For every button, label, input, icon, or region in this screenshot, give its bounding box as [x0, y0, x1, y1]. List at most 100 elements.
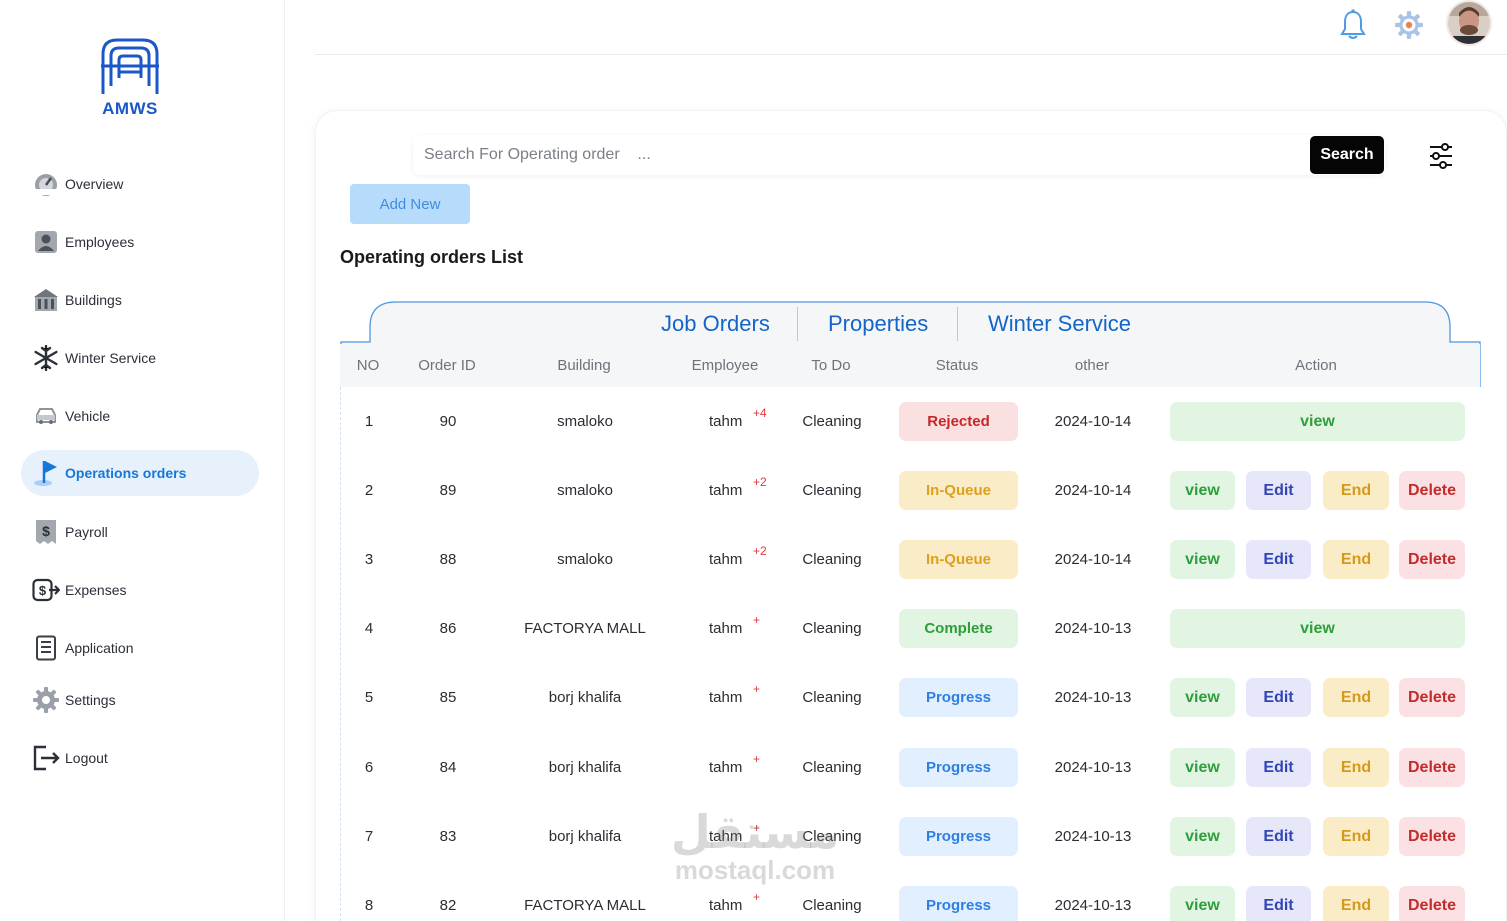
- view-button[interactable]: view: [1170, 748, 1235, 787]
- edit-button[interactable]: Edit: [1246, 678, 1311, 717]
- avatar[interactable]: [1448, 2, 1490, 44]
- order-id: 89: [439, 482, 457, 499]
- form-icon: [32, 634, 60, 662]
- bell-icon[interactable]: [1335, 7, 1371, 43]
- order-date: 2024-10-13: [1054, 828, 1132, 845]
- order-id: 83: [439, 828, 457, 845]
- building-name: borj khalifa: [548, 759, 622, 776]
- brand-logo[interactable]: AMWS: [97, 36, 163, 119]
- employee-name: tahm: [709, 413, 743, 430]
- column-header-employee: Employee: [691, 357, 759, 374]
- sidebar-item-payroll[interactable]: $ Payroll: [21, 509, 259, 555]
- delete-button[interactable]: Delete: [1399, 471, 1465, 510]
- status-badge: Progress: [899, 817, 1018, 856]
- amws-logo-icon: [101, 38, 159, 94]
- view-button[interactable]: view: [1170, 678, 1235, 717]
- tab-winter-service[interactable]: Winter Service: [988, 311, 1131, 337]
- end-button[interactable]: End: [1323, 748, 1389, 787]
- sidebar-item-vehicle[interactable]: Vehicle: [21, 393, 259, 439]
- delete-button[interactable]: Delete: [1399, 886, 1465, 921]
- edit-button[interactable]: Edit: [1246, 540, 1311, 579]
- orders-table-body: 1 90 smaloko tahm +4 Cleaning Rejected 2024-10-…: [340, 387, 1480, 921]
- tab-job-orders[interactable]: Job Orders: [661, 311, 770, 337]
- sidebar-item-application[interactable]: Application: [21, 625, 259, 671]
- add-new-button[interactable]: Add New: [350, 184, 470, 224]
- view-button[interactable]: view: [1170, 540, 1235, 579]
- page-title: Operating orders List: [340, 247, 524, 267]
- sidebar-item-label: Vehicle: [65, 408, 111, 424]
- row-number: 1: [364, 413, 374, 430]
- gear-icon: [32, 686, 60, 714]
- sidebar-item-settings[interactable]: Settings: [21, 677, 259, 723]
- edit-button[interactable]: Edit: [1246, 886, 1311, 921]
- end-button[interactable]: End: [1323, 817, 1389, 856]
- search-button[interactable]: Search: [1310, 136, 1384, 174]
- filter-icon[interactable]: [1424, 139, 1458, 173]
- svg-text:$: $: [42, 523, 50, 539]
- delete-button[interactable]: Delete: [1399, 748, 1465, 787]
- sidebar-item-employees[interactable]: Employees: [21, 219, 259, 265]
- status-badge: Progress: [899, 678, 1018, 717]
- tab-divider: [957, 307, 958, 341]
- employee-extra-count: +: [753, 613, 761, 627]
- table-header: NO Order ID Building Employee To Do Stat…: [340, 344, 1480, 387]
- column-header-action: Action: [1295, 357, 1337, 374]
- brand-name: AMWS: [102, 99, 158, 118]
- logout-icon: [32, 744, 60, 772]
- building-name: FACTORYA MALL: [524, 620, 646, 637]
- search-bar: Search: [413, 135, 1385, 175]
- sidebar-item-label: Operations orders: [65, 465, 187, 481]
- tab-properties[interactable]: Properties: [828, 311, 928, 337]
- sidebar-item-label: Buildings: [65, 292, 122, 308]
- gear-icon[interactable]: [1391, 7, 1427, 43]
- row-number: 8: [364, 897, 374, 914]
- view-button[interactable]: view: [1170, 609, 1465, 648]
- snowflake-icon: [32, 344, 60, 372]
- sidebar-item-operations-orders[interactable]: Operations orders: [21, 450, 259, 496]
- table-row: 3 88 smaloko tahm +2 Cleaning In-Queue 2024-10-…: [341, 525, 1481, 594]
- end-button[interactable]: End: [1323, 471, 1389, 510]
- table-row: 6 84 borj khalifa tahm + Cleaning Progress 2024…: [341, 733, 1481, 802]
- view-button[interactable]: view: [1170, 471, 1235, 510]
- delete-button[interactable]: Delete: [1399, 817, 1465, 856]
- user-badge-icon: [32, 228, 60, 256]
- view-button[interactable]: view: [1170, 402, 1465, 441]
- sidebar-item-buildings[interactable]: Buildings: [21, 277, 259, 323]
- table-row: 4 86 FACTORYA MALL tahm + Cleaning Complete 202…: [341, 594, 1481, 663]
- delete-button[interactable]: Delete: [1399, 678, 1465, 717]
- delete-button[interactable]: Delete: [1399, 540, 1465, 579]
- status-badge: Rejected: [899, 402, 1018, 441]
- view-button[interactable]: view: [1170, 817, 1235, 856]
- order-date: 2024-10-13: [1054, 620, 1132, 637]
- status-badge: In-Queue: [899, 471, 1018, 510]
- edit-button[interactable]: Edit: [1246, 817, 1311, 856]
- employee-name: tahm: [709, 828, 743, 845]
- sidebar-item-winter-service[interactable]: Winter Service: [21, 335, 259, 381]
- employee-name: tahm: [709, 620, 743, 637]
- employee-name: tahm: [709, 759, 743, 776]
- building-name: borj khalifa: [548, 828, 622, 845]
- sidebar-item-logout[interactable]: Logout: [21, 735, 259, 781]
- end-button[interactable]: End: [1323, 678, 1389, 717]
- search-input[interactable]: [413, 135, 1308, 175]
- sidebar-item-expenses[interactable]: $ Expenses: [21, 567, 259, 613]
- row-number: 5: [364, 689, 374, 706]
- building-icon: [32, 286, 60, 314]
- edit-button[interactable]: Edit: [1246, 471, 1311, 510]
- employee-extra-count: +4: [753, 406, 767, 420]
- order-id: 82: [439, 897, 457, 914]
- end-button[interactable]: End: [1323, 540, 1389, 579]
- todo-task: Cleaning: [802, 759, 862, 776]
- employee-extra-count: +2: [753, 475, 767, 489]
- end-button[interactable]: End: [1323, 886, 1389, 921]
- sidebar-item-overview[interactable]: Overview: [21, 161, 259, 207]
- todo-task: Cleaning: [802, 828, 862, 845]
- table-row: 2 89 smaloko tahm +2 Cleaning In-Queue 2024-10-…: [341, 456, 1481, 525]
- edit-button[interactable]: Edit: [1246, 748, 1311, 787]
- view-button[interactable]: view: [1170, 886, 1235, 921]
- order-id: 88: [439, 551, 457, 568]
- column-header-building: Building: [557, 357, 611, 374]
- column-header-order-id: Order ID: [418, 357, 476, 374]
- column-header-status: Status: [935, 357, 979, 374]
- building-name: smaloko: [557, 413, 613, 430]
